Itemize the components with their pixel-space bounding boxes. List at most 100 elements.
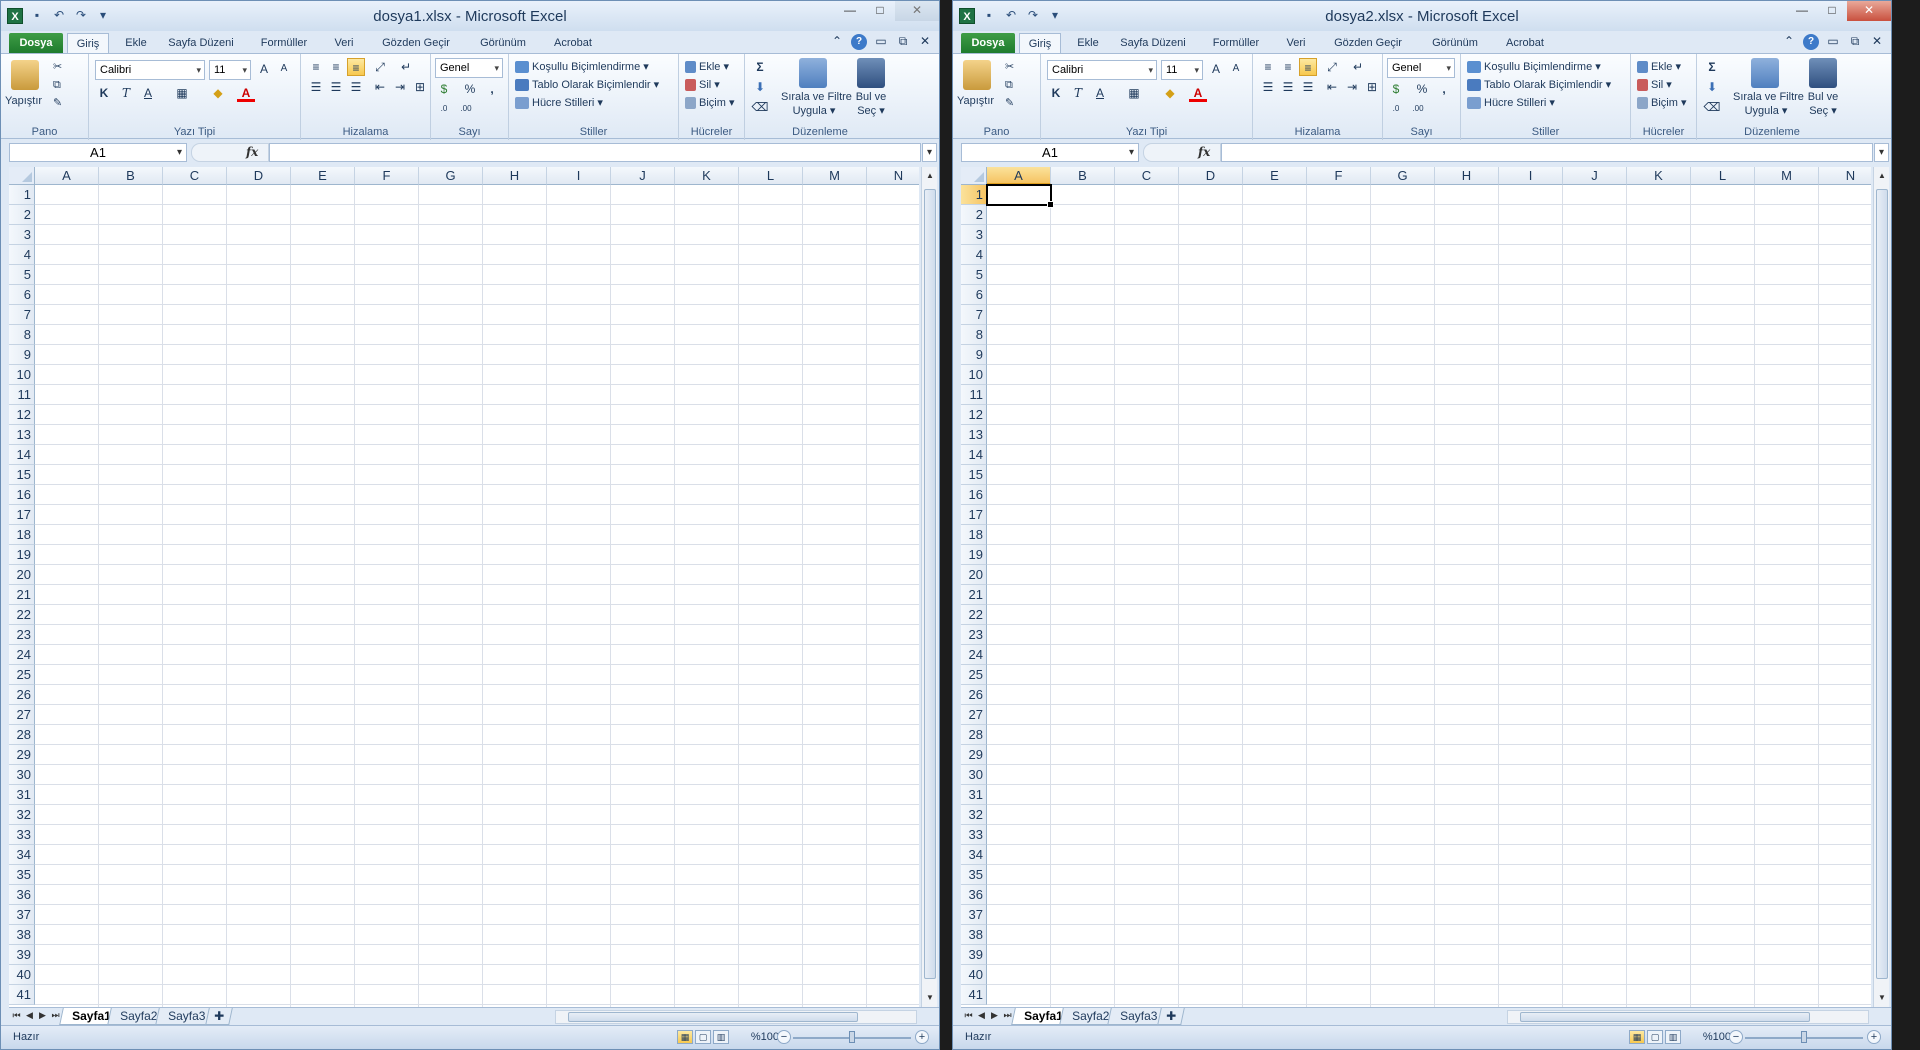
tab-ekle[interactable]: Ekle [1071,33,1105,53]
row-header[interactable]: 17 [9,505,35,525]
find-select-button[interactable]: Bul ve Seç ▾ [1803,90,1843,118]
paste-button[interactable]: Yapıştır [5,94,42,108]
next-sheet-icon[interactable]: ▶ [37,1010,48,1021]
row-header[interactable]: 33 [961,825,987,845]
font-size-select[interactable]: 11 [209,60,251,80]
row-header[interactable]: 22 [961,605,987,625]
row-header[interactable]: 35 [9,865,35,885]
active-cell[interactable] [986,184,1054,208]
insert-cells-button[interactable]: Ekle ▾ [1637,60,1681,74]
select-all-button[interactable] [961,167,987,185]
scroll-down-icon[interactable]: ▼ [922,991,938,1005]
wrap-text-icon[interactable]: ↵ [397,58,415,76]
vertical-scroll-thumb[interactable] [1876,189,1888,979]
column-header[interactable]: E [291,167,355,185]
window-close-icon[interactable]: ✕ [917,34,933,50]
align-center-icon[interactable]: ☰ [327,78,345,96]
normal-view-icon[interactable]: ▦ [677,1030,693,1044]
increase-indent-icon[interactable]: ⇥ [391,78,409,96]
font-name-select[interactable]: Calibri [1047,60,1157,80]
align-left-icon[interactable]: ☰ [307,78,325,96]
tab-formuller[interactable]: Formüller [1203,33,1269,53]
vertical-scrollbar[interactable]: ▲ ▼ [1873,167,1889,1007]
cell-styles-button[interactable]: Hücre Stilleri ▾ [1467,96,1555,110]
paste-button[interactable]: Yapıştır [957,94,994,108]
delete-cells-button[interactable]: Sil ▾ [685,78,720,92]
row-header[interactable]: 2 [961,205,987,225]
currency-icon[interactable]: $ [435,80,453,98]
horizontal-scroll-thumb[interactable] [1520,1012,1810,1022]
row-header[interactable]: 26 [9,685,35,705]
row-header[interactable]: 12 [9,405,35,425]
font-color-icon[interactable]: A [237,84,255,102]
worksheet-grid[interactable]: ABCDEFGHIJKLMN 1 2 3 4 5 6 7 8 9 10 11 12 13 14 15 16 17… [9,167,919,1007]
row-header[interactable]: 7 [961,305,987,325]
help-icon[interactable]: ? [1803,34,1819,50]
zoom-slider-thumb[interactable] [849,1031,855,1043]
align-right-icon[interactable]: ☰ [347,78,365,96]
delete-cells-button[interactable]: Sil ▾ [1637,78,1672,92]
column-header[interactable]: A [987,167,1051,185]
row-header[interactable]: 34 [9,845,35,865]
zoom-level[interactable]: %100 [751,1031,779,1043]
minimize-ribbon-icon[interactable]: ⌃ [1781,34,1797,50]
row-header[interactable]: 19 [9,545,35,565]
column-header[interactable]: G [419,167,483,185]
insert-cells-button[interactable]: Ekle ▾ [685,60,729,74]
tab-veri[interactable]: Veri [325,33,363,53]
percent-button[interactable]: % [461,80,479,98]
paste-icon[interactable] [963,60,991,90]
row-header[interactable]: 36 [9,885,35,905]
scroll-up-icon[interactable]: ▲ [1874,169,1890,183]
row-header[interactable]: 38 [9,925,35,945]
font-name-select[interactable]: Calibri [95,60,205,80]
cut-icon[interactable]: ✂ [53,60,62,74]
paste-icon[interactable] [11,60,39,90]
horizontal-scroll-thumb[interactable] [568,1012,858,1022]
row-header[interactable]: 19 [961,545,987,565]
tab-veri[interactable]: Veri [1277,33,1315,53]
bold-button[interactable]: K [1047,84,1065,102]
row-header[interactable]: 13 [9,425,35,445]
maximize-icon[interactable]: □ [865,1,895,21]
row-header[interactable]: 34 [961,845,987,865]
align-middle-icon[interactable]: ≡ [327,58,345,76]
row-header[interactable]: 41 [961,985,987,1005]
expand-formula-icon[interactable]: ▾ [922,143,937,162]
window-minimize-icon[interactable]: ▭ [1825,34,1841,50]
page-break-view-icon[interactable]: ▥ [1665,1030,1681,1044]
row-header[interactable]: 7 [9,305,35,325]
increase-decimal-icon[interactable]: .0 [1387,100,1405,118]
row-header[interactable]: 29 [961,745,987,765]
column-header[interactable]: K [675,167,739,185]
shrink-font-icon[interactable]: A [1227,60,1245,78]
tab-acrobat[interactable]: Acrobat [1497,33,1553,53]
row-header[interactable]: 10 [961,365,987,385]
row-header[interactable]: 6 [961,285,987,305]
minimize-ribbon-icon[interactable]: ⌃ [829,34,845,50]
horizontal-scrollbar[interactable] [1507,1010,1869,1024]
align-center-icon[interactable]: ☰ [1279,78,1297,96]
bold-button[interactable]: K [95,84,113,102]
underline-button[interactable]: A [139,84,157,102]
tab-dosya[interactable]: Dosya [9,33,63,53]
column-header[interactable]: L [1691,167,1755,185]
tab-gozden-gecir[interactable]: Gözden Geçir [1323,33,1413,53]
row-header[interactable]: 5 [961,265,987,285]
row-header[interactable]: 27 [9,705,35,725]
clear-icon[interactable]: ⌫ [1703,98,1721,116]
page-layout-view-icon[interactable]: ▢ [1647,1030,1663,1044]
formula-input[interactable] [1221,143,1873,162]
tab-acrobat[interactable]: Acrobat [545,33,601,53]
format-painter-icon[interactable]: ✎ [1005,96,1014,110]
format-cells-button[interactable]: Biçim ▾ [1637,96,1686,110]
align-right-icon[interactable]: ☰ [1299,78,1317,96]
currency-icon[interactable]: $ [1387,80,1405,98]
row-header[interactable]: 9 [961,345,987,365]
align-middle-icon[interactable]: ≡ [1279,58,1297,76]
zoom-out-icon[interactable]: − [777,1030,791,1044]
decrease-decimal-icon[interactable]: .00 [457,100,475,118]
format-painter-icon[interactable]: ✎ [53,96,62,110]
row-header[interactable]: 37 [961,905,987,925]
scroll-down-icon[interactable]: ▼ [1874,991,1890,1005]
